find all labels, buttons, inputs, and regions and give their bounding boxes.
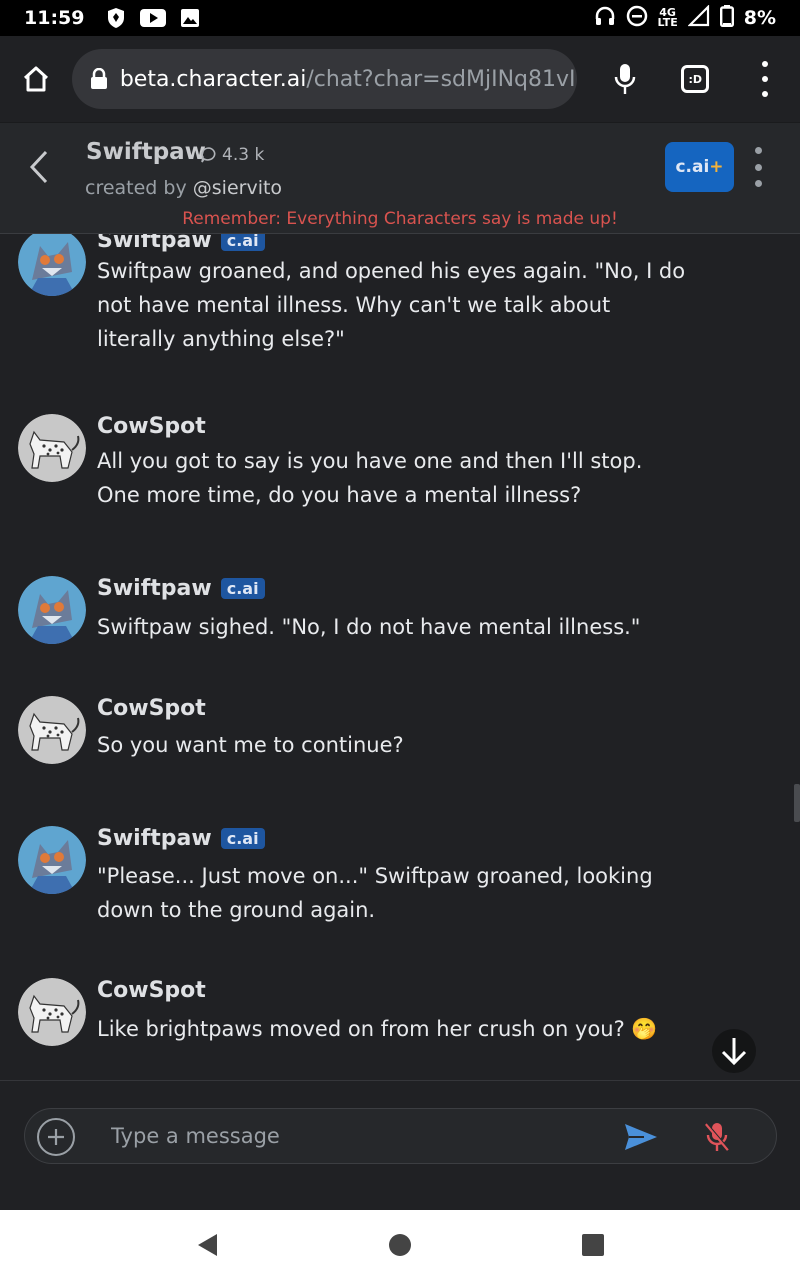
- creator-line: created by @siervito: [85, 177, 282, 199]
- spotted-cat-avatar[interactable]: [18, 696, 86, 764]
- microphone-icon: [615, 64, 636, 94]
- send-icon: [625, 1124, 657, 1150]
- browser-toolbar: beta.character.ai/chat?char=sdMjINq81vI …: [0, 36, 800, 122]
- nav-recents-button[interactable]: [563, 1215, 623, 1275]
- home-button[interactable]: [0, 36, 72, 122]
- cai-plus-label: c.ai: [675, 157, 710, 177]
- message-sender: CowSpot: [97, 414, 206, 439]
- composer: [24, 1108, 777, 1164]
- blue-cat-avatar[interactable]: [18, 576, 86, 644]
- cai-plus-sign: +: [709, 157, 724, 177]
- tab-switcher-icon: :D: [681, 65, 710, 93]
- message-sender: Swiftpaw c.ai: [97, 576, 265, 601]
- chat-menu-button[interactable]: [746, 147, 770, 187]
- triangle-back-icon: [197, 1234, 217, 1256]
- chat-count-value: 4.3 k: [222, 145, 265, 165]
- message-text: "Please... Just move on..." Swiftpaw gro…: [97, 864, 653, 922]
- home-icon: [23, 66, 48, 92]
- system-navigation-bar: [0, 1210, 800, 1280]
- character-name[interactable]: Swiftpaw: [86, 139, 206, 165]
- scrollbar-thumb[interactable]: [794, 784, 800, 822]
- vpn-shield-icon: [106, 7, 126, 29]
- status-bar: 11:59 4G LTE 8%: [0, 0, 800, 36]
- composer-area: [0, 1080, 800, 1210]
- message-text: Like brightpaws moved on from her crush …: [97, 1017, 658, 1041]
- chat-header: Swiftpaw 4.3 k created by @siervito c.ai…: [0, 122, 800, 234]
- creator-handle[interactable]: @siervito: [193, 177, 282, 199]
- blue-cat-avatar[interactable]: [18, 234, 86, 296]
- message-sender: CowSpot: [97, 696, 206, 721]
- message-sender: Swiftpaw c.ai: [97, 826, 265, 851]
- network-type-label: 4G LTE: [657, 6, 678, 29]
- youtube-icon: [140, 8, 167, 28]
- blue-cat-avatar[interactable]: [18, 826, 86, 894]
- headphones-icon: [594, 5, 616, 31]
- signal-icon: [687, 4, 710, 31]
- message-text: Swiftpaw groaned, and opened his eyes ag…: [97, 259, 686, 351]
- message-input[interactable]: [111, 1115, 591, 1157]
- message-sender: CowSpot: [97, 978, 206, 1003]
- battery-icon: [719, 5, 734, 31]
- status-time: 11:59: [24, 7, 85, 29]
- arrow-down-icon: [721, 1038, 747, 1066]
- message-text: Swiftpaw sighed. "No, I do not have ment…: [97, 615, 641, 639]
- cai-badge: c.ai: [220, 578, 265, 599]
- chat-bubble-icon: [201, 147, 216, 163]
- battery-percentage: 8%: [743, 7, 776, 29]
- more-vert-icon: [753, 61, 777, 97]
- add-attachment-button[interactable]: [37, 1118, 75, 1156]
- voice-search-button[interactable]: [591, 36, 661, 122]
- do-not-disturb-icon: [626, 5, 648, 31]
- spotted-cat-avatar[interactable]: [18, 978, 86, 1046]
- cai-plus-button[interactable]: c.ai +: [665, 142, 734, 192]
- spotted-cat-avatar[interactable]: [18, 414, 86, 482]
- circle-home-icon: [388, 1234, 411, 1256]
- voice-input-button[interactable]: [699, 1119, 735, 1155]
- square-recents-icon: [582, 1234, 605, 1256]
- gallery-icon: [180, 8, 200, 28]
- nav-home-button[interactable]: [370, 1215, 430, 1275]
- send-button[interactable]: [623, 1119, 659, 1155]
- nav-back-button[interactable]: [177, 1215, 237, 1275]
- scroll-to-bottom-button[interactable]: [712, 1029, 756, 1073]
- url-path: /chat?char=sdMjINq81vI: [306, 66, 576, 92]
- message-sender: Swiftpaw c.ai: [97, 234, 265, 253]
- chat-count: 4.3 k: [200, 145, 264, 165]
- back-button[interactable]: [22, 149, 56, 185]
- message-text: All you got to say is you have one and t…: [97, 449, 643, 507]
- created-by-label: created by: [85, 177, 187, 199]
- url-host: beta.character.ai: [119, 66, 307, 92]
- cai-badge: c.ai: [220, 234, 265, 251]
- plus-icon: [48, 1129, 64, 1145]
- disclaimer-text: Remember: Everything Characters say is m…: [182, 209, 618, 229]
- message-list[interactable]: Swiftpaw c.ai Swiftpaw groaned, and opene…: [0, 234, 800, 1080]
- cai-badge: c.ai: [220, 828, 265, 849]
- microphone-off-icon: [705, 1122, 730, 1151]
- address-bar[interactable]: beta.character.ai/chat?char=sdMjINq81vI: [71, 49, 577, 109]
- chevron-left-icon: [29, 150, 48, 184]
- lock-icon: [90, 68, 108, 90]
- message-text: So you want me to continue?: [97, 733, 404, 757]
- tab-switcher-button[interactable]: :D: [660, 36, 730, 122]
- browser-menu-button[interactable]: [730, 36, 800, 122]
